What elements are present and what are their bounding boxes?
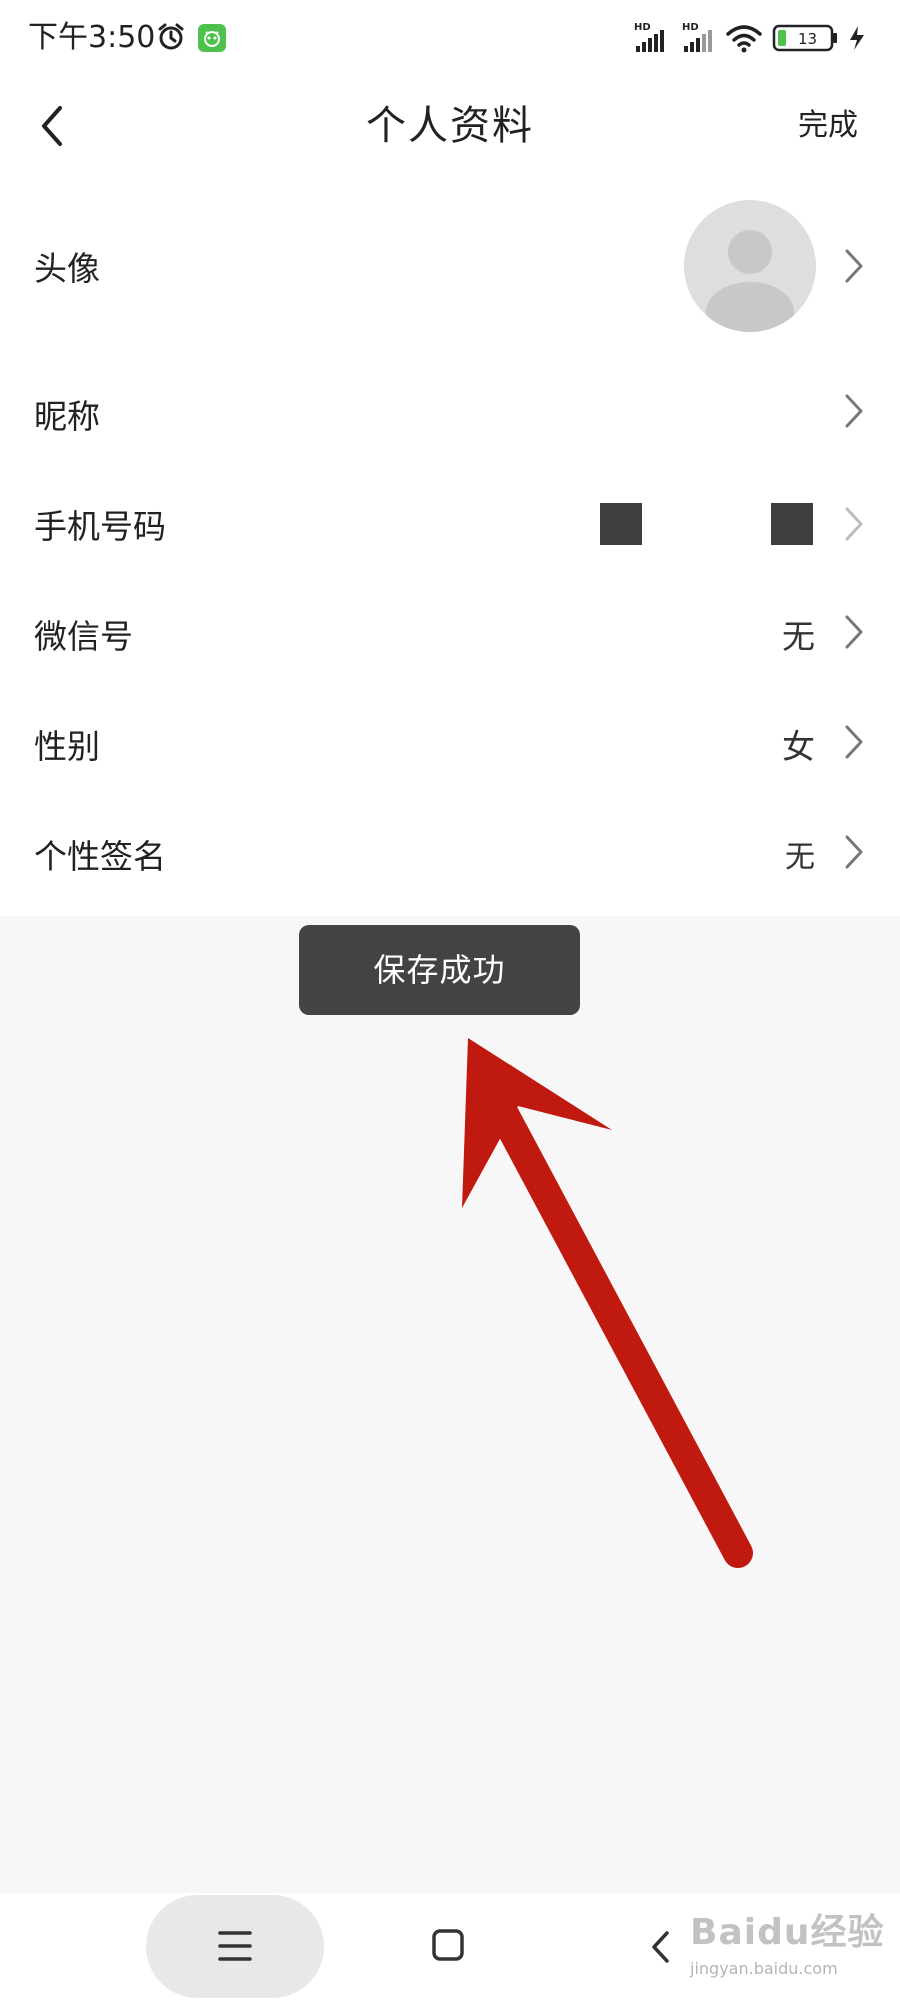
battery-icon: 13 xyxy=(772,24,837,52)
app-notification-icon xyxy=(198,24,226,52)
network-type-2: HD xyxy=(682,22,699,33)
screen: 下午3:50 HD HD 13 个人资料 完成 头像 昵称 手机号码 微信号 无… xyxy=(0,0,900,2000)
nav-menu-button[interactable] xyxy=(146,1895,324,1998)
annotation-arrow-shaft xyxy=(483,1088,753,1568)
watermark-sub: jingyan.baidu.com xyxy=(690,1959,838,1978)
watermark-main: Baidu经验 xyxy=(690,1912,885,1953)
row-label-signature: 个性签名 xyxy=(34,837,166,876)
signal-icon: HD xyxy=(634,22,664,52)
back-icon xyxy=(652,1931,669,1963)
wifi-icon xyxy=(726,25,762,53)
profile-list: 头像 昵称 手机号码 微信号 无 性别 女 个性签名 无 xyxy=(0,176,900,916)
chevron-right-icon xyxy=(845,615,863,649)
status-right-group: HD HD 13 xyxy=(634,20,870,56)
network-type-1: HD xyxy=(634,22,651,33)
header: 个人资料 完成 xyxy=(0,76,900,176)
chevron-right-icon xyxy=(845,249,863,283)
home-icon xyxy=(432,1929,464,1961)
done-button[interactable]: 完成 xyxy=(798,98,858,154)
row-value-signature: 无 xyxy=(785,840,815,875)
row-label-gender: 性别 xyxy=(34,727,100,766)
status-time: 下午3:50 xyxy=(28,20,156,55)
watermark: Baidu经验 jingyan.baidu.com xyxy=(690,1909,890,1993)
row-value-gender: 女 xyxy=(782,727,815,766)
navigation-bar: Baidu经验 jingyan.baidu.com xyxy=(0,1893,900,2000)
row-label-nickname: 昵称 xyxy=(34,397,100,436)
nav-back-button[interactable] xyxy=(648,1927,672,1967)
chevron-right-icon xyxy=(845,507,863,541)
back-button[interactable] xyxy=(28,94,92,158)
redacted-block xyxy=(600,503,642,545)
nav-home-button[interactable] xyxy=(430,1927,466,1963)
row-label-avatar: 头像 xyxy=(34,249,100,288)
default-avatar-icon xyxy=(706,230,794,332)
page-title: 个人资料 xyxy=(366,103,534,149)
toast-save-success: 保存成功 xyxy=(299,925,580,1015)
chevron-right-icon xyxy=(845,835,863,869)
row-value-wechat: 无 xyxy=(782,617,815,656)
row-avatar[interactable]: 头像 xyxy=(0,176,900,356)
battery-level: 13 xyxy=(798,30,817,48)
redacted-block xyxy=(771,503,813,545)
row-label-wechat: 微信号 xyxy=(34,617,133,656)
row-nickname[interactable]: 昵称 xyxy=(0,356,900,466)
signal-wifi-battery-icons: HD HD 13 xyxy=(634,22,864,53)
chevron-right-icon xyxy=(845,725,863,759)
alarm-icon xyxy=(158,23,184,50)
chevron-left-icon xyxy=(42,106,62,146)
row-gender[interactable]: 性别 女 xyxy=(0,686,900,796)
signal-icon-2: HD xyxy=(682,22,712,52)
row-wechat[interactable]: 微信号 无 xyxy=(0,576,900,686)
status-bar: 下午3:50 HD HD 13 xyxy=(0,0,900,76)
charging-icon xyxy=(850,26,864,50)
row-signature[interactable]: 个性签名 无 xyxy=(0,796,900,906)
row-label-phone: 手机号码 xyxy=(34,507,166,546)
chevron-right-icon xyxy=(845,394,863,428)
row-phone[interactable]: 手机号码 xyxy=(0,466,900,576)
menu-icon xyxy=(218,1931,252,1961)
annotation-arrow-head xyxy=(462,1038,612,1208)
avatar[interactable] xyxy=(684,200,816,332)
